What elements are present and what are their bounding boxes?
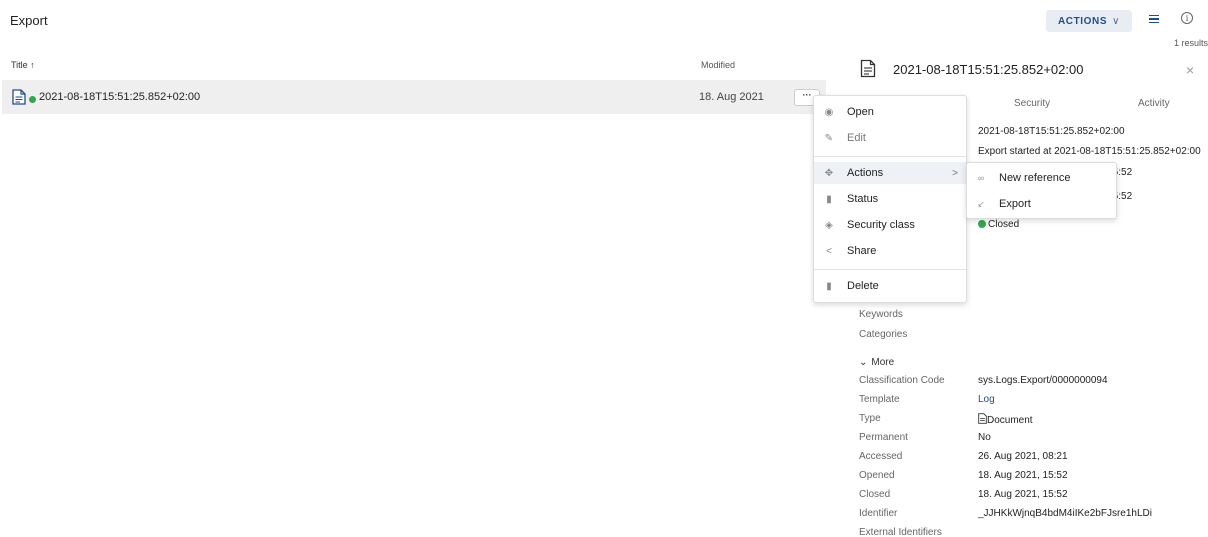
results-count: 1 results [1173, 38, 1208, 48]
menu-item-status[interactable]: ▮ Status [814, 188, 966, 210]
field-label: Closed [859, 489, 891, 500]
menu-item-delete[interactable]: ▮ Delete [814, 275, 966, 297]
submenu-item-export[interactable]: ↙ Export [967, 192, 1116, 216]
info-icon[interactable]: i [1181, 12, 1193, 24]
field-label: Identifier [859, 508, 898, 519]
field-value: 26. Aug 2021, 08:21 [978, 451, 1068, 462]
page-title: Export [10, 13, 48, 28]
menu-item-share[interactable]: < Share [814, 240, 966, 262]
chevron-down-icon: ∨ [1112, 15, 1121, 27]
menu-item-edit[interactable]: ✎ Edit [814, 127, 966, 149]
menu-item-label: Edit [847, 132, 866, 144]
menu-item-security-class[interactable]: ◈ Security class [814, 214, 966, 236]
menu-item-open[interactable]: ◉ Open [814, 101, 966, 123]
menu-item-label: Share [847, 245, 877, 257]
move-icon: ✥ [824, 167, 834, 179]
column-header-title[interactable]: Title ↑ [11, 60, 35, 70]
menu-item-label: Actions [847, 167, 884, 179]
field-label: Template [859, 394, 900, 405]
field-label: External Identifiers [859, 527, 942, 537]
document-icon [978, 413, 987, 424]
more-toggle[interactable]: ⌄ More [859, 357, 894, 368]
pencil-icon: ✎ [824, 132, 834, 144]
details-description-value: Export started at 2021-08-18T15:51:25.85… [978, 146, 1201, 157]
actions-submenu: ∞ New reference ↙ Export [966, 162, 1117, 219]
more-toggle-label: More [871, 357, 895, 368]
details-title: 2021-08-18T15:51:25.852+02:00 [893, 62, 1084, 77]
menu-item-actions[interactable]: ✥ Actions > [814, 162, 966, 184]
field-label: Opened [859, 470, 895, 481]
details-title-value: 2021-08-18T15:51:25.852+02:00 [978, 126, 1125, 137]
menu-divider [814, 156, 966, 157]
submenu-item-label: Export [999, 198, 1031, 210]
export-arrow-icon: ↙ [977, 198, 985, 209]
chevron-right-icon: > [952, 167, 958, 179]
trash-icon: ▮ [826, 280, 832, 292]
tab-security[interactable]: Security [1014, 98, 1050, 109]
column-header-modified[interactable]: Modified [701, 60, 735, 70]
context-menu: ◉ Open ✎ Edit ✥ Actions > ▮ Status ◈ Sec… [813, 95, 967, 303]
row-title[interactable]: 2021-08-18T15:51:25.852+02:00 [39, 91, 200, 103]
field-value: 18. Aug 2021, 15:52 [978, 489, 1068, 500]
shield-icon: ◈ [825, 219, 833, 231]
eye-icon: ◉ [824, 106, 834, 118]
tab-activity[interactable]: Activity [1138, 98, 1170, 109]
submenu-item-new-reference[interactable]: ∞ New reference [967, 166, 1116, 190]
chevron-down-icon: ⌄ [859, 357, 868, 368]
check-circle-icon [978, 220, 986, 228]
status-ok-icon [29, 96, 36, 103]
menu-item-label: Security class [847, 219, 915, 231]
menu-item-label: Open [847, 106, 874, 118]
status-badge: Closed [978, 219, 1019, 230]
field-value: 18. Aug 2021, 15:52 [978, 470, 1068, 481]
link-icon: ∞ [977, 173, 985, 183]
document-icon [860, 59, 876, 78]
actions-button-label: ACTIONS [1057, 15, 1108, 27]
field-label: Type [859, 413, 881, 424]
keywords-label: Keywords [859, 309, 903, 320]
template-link[interactable]: Log [978, 394, 995, 405]
close-icon[interactable]: × [1186, 62, 1194, 78]
status-label: Closed [988, 219, 1020, 230]
lock-icon: ▮ [826, 193, 832, 205]
row-modified: 18. Aug 2021 [699, 91, 764, 103]
document-icon [12, 89, 26, 105]
field-value: sys.Logs.Export/0000000094 [978, 375, 1108, 386]
list-view-icon[interactable] [1149, 12, 1163, 26]
categories-label: Categories [859, 329, 908, 340]
field-label: Classification Code [859, 375, 945, 386]
field-label: Accessed [859, 451, 903, 462]
field-value: Document [978, 413, 1033, 426]
share-icon: < [826, 245, 832, 257]
menu-divider [814, 269, 966, 270]
type-value: Document [987, 415, 1033, 426]
menu-item-label: Status [847, 193, 879, 205]
submenu-item-label: New reference [999, 172, 1071, 184]
field-label: Permanent [859, 432, 908, 443]
table-row[interactable]: 2021-08-18T15:51:25.852+02:00 18. Aug 20… [2, 80, 826, 114]
actions-dropdown-button[interactable]: ACTIONS ∨ [1046, 10, 1132, 32]
field-value: _JJHKkWjnqB4bdM4iIKe2bFJsre1hLDi [978, 508, 1152, 519]
menu-item-label: Delete [847, 280, 879, 292]
field-value: No [978, 432, 991, 443]
